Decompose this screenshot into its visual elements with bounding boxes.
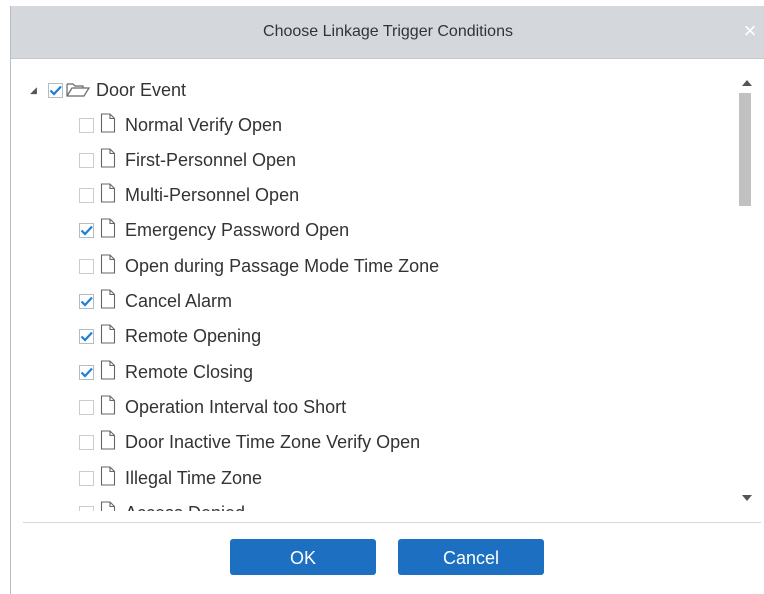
tree-item-label: First-Personnel Open: [125, 149, 297, 170]
checkbox[interactable]: [79, 117, 94, 133]
checked-checkbox[interactable]: [79, 329, 94, 345]
tree-root-door-event[interactable]: ◢ Door Event: [30, 78, 186, 102]
tree-item-label: Illegal Time Zone: [125, 467, 263, 488]
ok-button[interactable]: OK: [230, 539, 376, 575]
tree-item[interactable]: First-Personnel Open: [79, 148, 296, 172]
tree-item[interactable]: Multi-Personnel Open: [79, 183, 300, 208]
tree-item[interactable]: Cancel Alarm: [79, 289, 233, 314]
document-icon: [100, 360, 116, 385]
checkbox[interactable]: [79, 505, 94, 511]
tree-item-label: Door Inactive Time Zone Verify Open: [125, 432, 421, 453]
trigger-condition-tree: ◢ Door Event Normal Verify Open First-Per…: [11, 59, 735, 511]
close-icon[interactable]: ×: [739, 18, 761, 44]
tree-item[interactable]: Normal Verify Open: [79, 112, 283, 138]
tree-item-label: Remote Closing: [125, 361, 254, 382]
dialog-titlebar: Choose Linkage Trigger Conditions ×: [11, 6, 764, 59]
folder-open-icon: [66, 83, 90, 97]
document-icon: [100, 430, 116, 455]
tree-item[interactable]: Access Denied: [79, 501, 245, 511]
checkbox[interactable]: [79, 399, 94, 415]
dialog-title: Choose Linkage Trigger Conditions: [263, 23, 513, 40]
footer-divider: [23, 522, 761, 523]
checkbox[interactable]: [79, 188, 94, 204]
document-icon: [100, 183, 116, 208]
expand-collapse-icon[interactable]: ◢: [30, 85, 40, 95]
tree-scrollbar[interactable]: [738, 69, 759, 509]
scroll-up-arrow-icon[interactable]: [742, 80, 752, 86]
tree-item-label: Emergency Password Open: [125, 220, 350, 241]
tree-item-label: Open during Passage Mode Time Zone: [125, 255, 440, 276]
document-icon: [100, 112, 116, 138]
document-icon: [100, 395, 116, 420]
checkbox[interactable]: [79, 435, 94, 451]
tree-item[interactable]: Operation Interval too Short: [79, 395, 346, 419]
checked-checkbox[interactable]: [79, 364, 94, 380]
document-icon: [100, 289, 116, 314]
tree-item[interactable]: Emergency Password Open: [79, 218, 350, 243]
tree-item-label: Operation Interval too Short: [125, 396, 347, 417]
tree-item[interactable]: Door Inactive Time Zone Verify Open: [79, 430, 421, 455]
checkbox[interactable]: [79, 258, 94, 274]
checkbox[interactable]: [79, 470, 94, 486]
document-icon: [100, 501, 116, 511]
tree-root-label: Door Event: [96, 79, 187, 100]
scrollbar-thumb[interactable]: [739, 93, 751, 206]
checked-checkbox[interactable]: [79, 294, 94, 309]
scroll-down-arrow-icon[interactable]: [742, 495, 752, 501]
document-icon: [100, 465, 116, 491]
tree-item-label: Remote Opening: [125, 326, 262, 347]
tree-item-label: Cancel Alarm: [125, 291, 233, 311]
tree-item-label: Normal Verify Open: [125, 114, 283, 135]
document-icon: [100, 148, 116, 173]
checked-checkbox[interactable]: [79, 223, 94, 239]
document-icon: [100, 324, 116, 349]
tree-item-label: Access Denied: [125, 503, 245, 511]
tree-item[interactable]: Remote Closing: [79, 360, 253, 384]
checkbox[interactable]: [79, 152, 94, 168]
document-icon: [100, 254, 116, 279]
linkage-trigger-dialog: Choose Linkage Trigger Conditions × ◢ Do…: [10, 6, 764, 594]
document-icon: [100, 218, 116, 243]
tree-item[interactable]: Illegal Time Zone: [79, 465, 263, 491]
cancel-button[interactable]: Cancel: [398, 539, 544, 575]
root-checkbox[interactable]: [48, 82, 63, 98]
tree-item[interactable]: Open during Passage Mode Time Zone: [79, 254, 439, 278]
tree-item[interactable]: Remote Opening: [79, 324, 262, 349]
tree-item-label: Multi-Personnel Open: [125, 185, 300, 206]
